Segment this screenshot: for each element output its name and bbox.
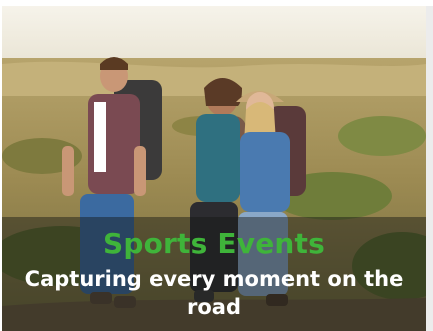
event-card[interactable]: Sports Events Capturing every moment on …: [0, 0, 433, 331]
card-title[interactable]: Sports Events: [2, 227, 426, 260]
hero-image: Sports Events Capturing every moment on …: [2, 6, 426, 331]
caption-overlay: Sports Events Capturing every moment on …: [2, 217, 426, 331]
card-edge: [426, 6, 433, 331]
card-subtitle: Capturing every moment on the road: [24, 267, 404, 319]
